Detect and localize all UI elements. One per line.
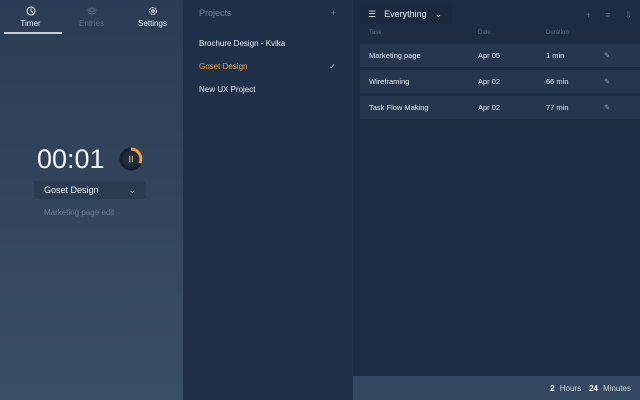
timer-display: 00:01	[37, 144, 105, 174]
total-time-footer: 2 Hours 24 Minutes	[353, 376, 640, 400]
tab-label: Timer	[20, 19, 41, 28]
sliders-icon: ☰	[368, 8, 377, 19]
project-item[interactable]: Goset Design ✓	[183, 55, 353, 78]
table-row[interactable]: Marketing page Apr 05 1 min ✎	[360, 44, 640, 67]
duration-cell: 1 min	[546, 51, 565, 60]
hours-label: Hours	[559, 383, 582, 393]
total-minutes: 24	[589, 383, 598, 393]
edit-icon[interactable]: ✎	[604, 103, 610, 112]
clock-icon	[26, 6, 35, 16]
add-project-button[interactable]: +	[331, 8, 336, 18]
add-entry-button[interactable]: +	[586, 10, 591, 21]
tab-timer[interactable]: Timer	[0, 0, 61, 34]
task-input[interactable]: Marketing page edit	[34, 203, 146, 221]
chevron-down-icon: ⌄	[434, 8, 443, 19]
duration-cell: 77 min	[546, 103, 569, 112]
column-header: Date	[478, 30, 491, 36]
active-tab-indicator	[4, 32, 62, 34]
entries-panel: ☰ Everything ⌄ + ≡ ⇩ Task Date Duration Market…	[353, 0, 640, 376]
tab-entries[interactable]: Entries	[61, 0, 122, 34]
filter-value: Everything	[384, 9, 427, 19]
gear-icon	[148, 7, 157, 15]
tab-label: Settings	[138, 19, 167, 28]
check-icon: ✓	[329, 62, 336, 71]
date-cell: Apr 02	[478, 77, 501, 86]
total-hours: 2	[550, 383, 555, 393]
duration-cell: 66 min	[546, 77, 569, 86]
tab-settings[interactable]: Settings	[122, 0, 183, 34]
table-row[interactable]: Wireframing Apr 02 66 min ✎	[360, 70, 640, 93]
task-cell: Marketing page	[369, 51, 421, 60]
project-item[interactable]: Brochure Design - Kvika	[183, 32, 353, 55]
column-header: Duration	[546, 30, 569, 36]
edit-icon[interactable]: ✎	[604, 51, 610, 60]
project-label: Goset Design	[199, 62, 248, 71]
project-select-value: Goset Design	[44, 185, 99, 195]
column-header: Task	[369, 30, 382, 36]
timer-panel: Timer Entries Settings 00:01 Goset Desig…	[0, 0, 183, 400]
layers-icon	[86, 7, 97, 16]
date-cell: Apr 02	[478, 103, 501, 112]
edit-icon[interactable]: ✎	[604, 77, 610, 86]
project-select[interactable]: Goset Design ⌄	[34, 181, 146, 199]
pause-button[interactable]	[118, 146, 144, 172]
chevron-down-icon: ⌄	[128, 185, 136, 195]
task-cell: Wireframing	[369, 77, 410, 86]
task-cell: Task Flow Making	[369, 103, 429, 112]
minutes-label: Minutes	[602, 383, 631, 393]
date-cell: Apr 05	[478, 51, 501, 60]
sort-icon[interactable]: ≡	[605, 10, 610, 21]
project-label: New UX Project	[199, 85, 256, 94]
filter-select[interactable]: ☰ Everything ⌄	[360, 4, 452, 24]
project-item[interactable]: New UX Project	[183, 78, 353, 101]
tab-label: Entries	[79, 19, 104, 28]
projects-title: Projects	[199, 8, 232, 18]
projects-panel: Projects + Brochure Design - Kvika Goset …	[183, 0, 353, 400]
download-icon[interactable]: ⇩	[624, 10, 632, 21]
table-row[interactable]: Task Flow Making Apr 02 77 min ✎	[360, 96, 640, 119]
project-label: Brochure Design - Kvika	[199, 39, 286, 48]
